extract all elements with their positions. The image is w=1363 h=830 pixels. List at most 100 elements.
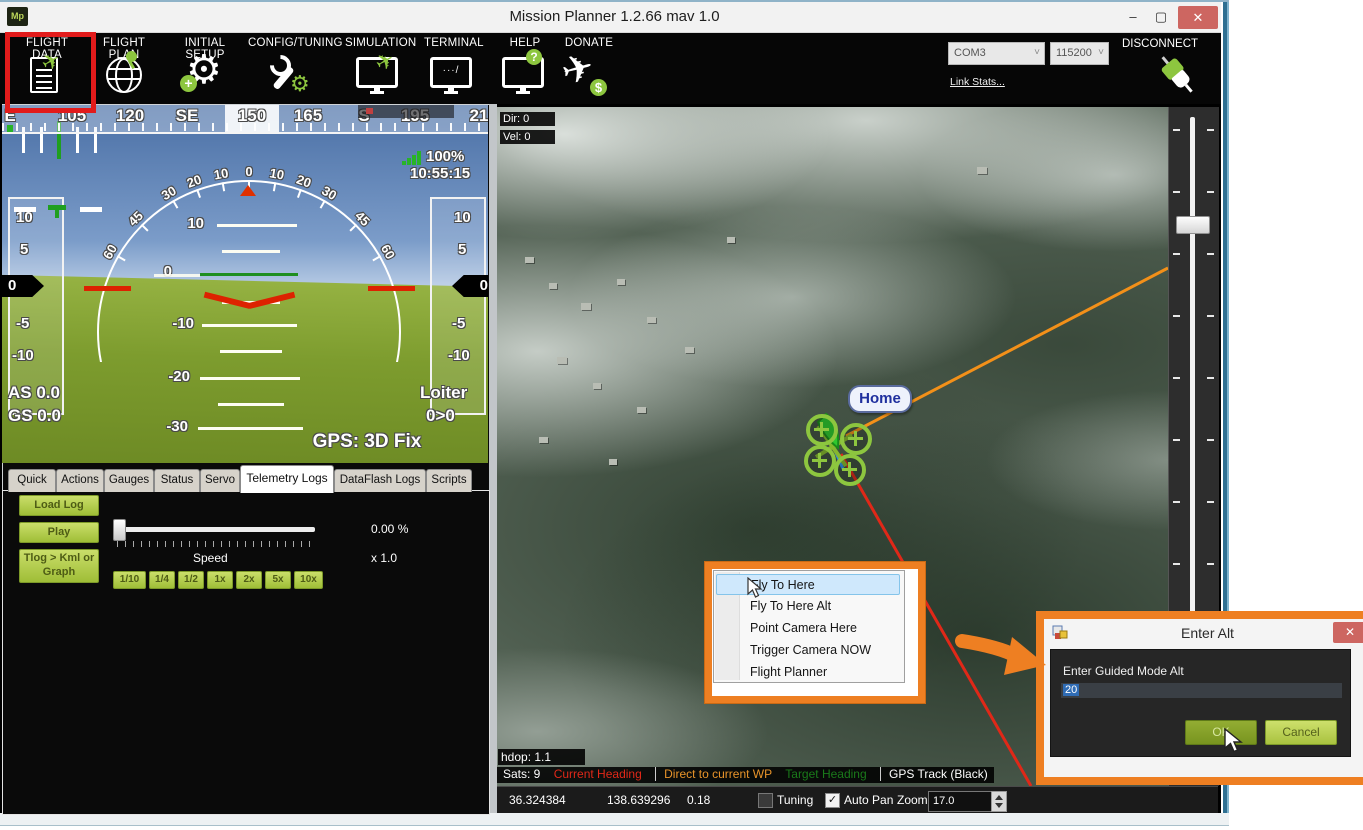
tape-label: -10 [448,347,482,364]
dialog-title-bar: Enter Alt ✕ [1044,619,1363,647]
pitch-line [220,350,282,353]
menu-item-trigger-camera-now[interactable]: Trigger Camera NOW [716,640,900,661]
mouse-cursor-icon [747,577,767,599]
speed-2x-button[interactable]: 2x [236,571,262,589]
simulation-icon[interactable]: ✈ [350,53,404,99]
ok-button[interactable]: OK [1185,720,1257,745]
load-log-button[interactable]: Load Log [19,495,99,516]
compass-overlay-artifact [358,105,454,118]
groundspeed-text: GS 0.0 [8,406,61,426]
tab-quick[interactable]: Quick [8,469,56,492]
panel-splitter[interactable] [489,104,497,813]
close-button[interactable]: ✕ [1178,6,1218,29]
flight-plan-icon[interactable] [96,53,150,99]
tab-servo[interactable]: Servo [200,469,240,492]
pitch-line [154,274,200,277]
dialog-close-button[interactable]: ✕ [1333,622,1363,643]
baud-rate-select[interactable]: 115200˅ [1050,42,1109,65]
cancel-button[interactable]: Cancel [1265,720,1337,745]
hdop-overlay: hdop: 1.1 [498,749,585,765]
speed-1x-button[interactable]: 1x [207,571,233,589]
initial-setup-icon[interactable]: ⚙+ [178,53,232,99]
tape-label: -5 [452,315,486,332]
minimize-button[interactable]: – [1122,9,1144,24]
screenshot-stage: Mp Mission Planner 1.2.66 mav 1.0 – ▢ ✕ … [0,0,1363,830]
pitch-label: 0 [138,263,172,280]
telemetry-logs-panel: Load Log Play Tlog > Kml or Graph 0.00 %… [2,490,490,815]
tab-telemetry-logs[interactable]: Telemetry Logs [240,465,334,493]
speed-1-4-button[interactable]: 1/4 [149,571,175,589]
altitude-input[interactable]: 20 [1061,683,1342,698]
home-marker-label[interactable]: Home [848,385,912,413]
help-icon[interactable]: ? [496,53,550,99]
dialog-prompt: Enter Guided Mode Alt [1063,664,1184,678]
playback-slider-ticks [117,541,317,547]
tuning-checkbox[interactable] [758,793,773,808]
speed-5x-button[interactable]: 5x [265,571,291,589]
tab-actions[interactable]: Actions [56,469,104,492]
pitch-label: -30 [154,418,188,435]
menu-item-flight-planner[interactable]: Flight Planner [716,662,900,683]
speed-label: Speed [193,551,228,565]
maximize-button[interactable]: ▢ [1150,9,1172,25]
main-toolbar: FLIGHT DATA ✈ FLIGHT PLAN INITIAL SETUP … [0,33,1229,104]
menu-item-fly-to-here[interactable]: Fly To Here [716,574,900,595]
com-port-select[interactable]: COM3˅ [948,42,1045,65]
battery-percent: 100% [426,148,464,165]
dir-overlay: Dir: 0 [500,112,555,126]
trim-marker-green [48,205,66,210]
autopan-checkbox[interactable]: ✓ [825,793,840,808]
spin-down-icon [995,803,1003,808]
zoom-label: Zoom [897,793,928,807]
play-button[interactable]: Play [19,522,99,543]
speed-1-2-button[interactable]: 1/2 [178,571,204,589]
playback-slider-track[interactable] [115,527,315,532]
chevron-down-icon: ˅ [1034,43,1040,63]
speed-10x-button[interactable]: 10x [294,571,323,589]
tab-gauges[interactable]: Gauges [104,469,154,492]
aircraft-wing-left [84,286,131,291]
tape-label: 5 [458,241,488,258]
context-menu-annotation: Fly To Here Fly To Here Alt Point Camera… [705,562,925,703]
config-tuning-icon[interactable]: ⚙ [266,53,320,99]
pitch-label: -10 [160,315,194,332]
zoom-value-input[interactable]: 17.0 [928,791,996,812]
latitude-value: 36.324384 [509,793,566,807]
hud-display[interactable]: 60 45 30 20 10 0 10 20 30 45 60 10 0 -10… [2,105,488,463]
dialog-title: Enter Alt [1044,625,1363,641]
speed-1-10-button[interactable]: 1/10 [113,571,146,589]
pitch-line [218,403,284,406]
mouse-cursor-icon [1224,728,1246,754]
donate-icon[interactable]: ✈$ [560,53,614,99]
zoom-spinner-buttons[interactable] [991,791,1007,812]
link-stats-link[interactable]: Link Stats... [950,76,1005,88]
enter-alt-dialog: Enter Alt ✕ Enter Guided Mode Alt 20 OK … [1036,611,1363,785]
playback-slider-handle[interactable] [113,519,126,541]
altitude-value: 0.18 [687,793,710,807]
pitch-line [200,377,300,380]
dialog-body: Enter Guided Mode Alt 20 OK Cancel [1050,649,1351,757]
menu-simulation[interactable]: SIMULATION [345,37,413,49]
tab-dataflash-logs[interactable]: DataFlash Logs [334,469,426,492]
roll-label: 60 [96,234,125,269]
menu-donate[interactable]: DONATE [563,37,615,49]
zoom-slider-handle[interactable] [1176,216,1210,234]
gps-status-text: GPS: 3D Fix [252,431,482,453]
menu-item-point-camera-here[interactable]: Point Camera Here [716,618,900,639]
flight-data-highlight-annotation [5,32,96,113]
tab-status[interactable]: Status [154,469,200,492]
terminal-icon[interactable]: ···/ [424,53,478,99]
menu-help[interactable]: HELP [506,37,544,49]
waypoint-text: 0>0 [426,406,455,426]
menu-item-fly-to-here-alt[interactable]: Fly To Here Alt [716,596,900,617]
tab-scripts[interactable]: Scripts [426,469,472,492]
roll-pointer-icon [240,185,256,196]
progress-percent: 0.00 % [371,522,441,536]
legend-current-heading: Current Heading [554,767,642,781]
map-context-menu: Fly To Here Fly To Here Alt Point Camera… [713,570,905,683]
menu-config-tuning[interactable]: CONFIG/TUNING [248,37,336,49]
compass-ticks [2,123,488,131]
menu-terminal[interactable]: TERMINAL [424,37,482,49]
title-bar: Mp Mission Planner 1.2.66 mav 1.0 – ▢ ✕ [0,2,1229,33]
tlog-kml-button[interactable]: Tlog > Kml or Graph [19,549,99,583]
